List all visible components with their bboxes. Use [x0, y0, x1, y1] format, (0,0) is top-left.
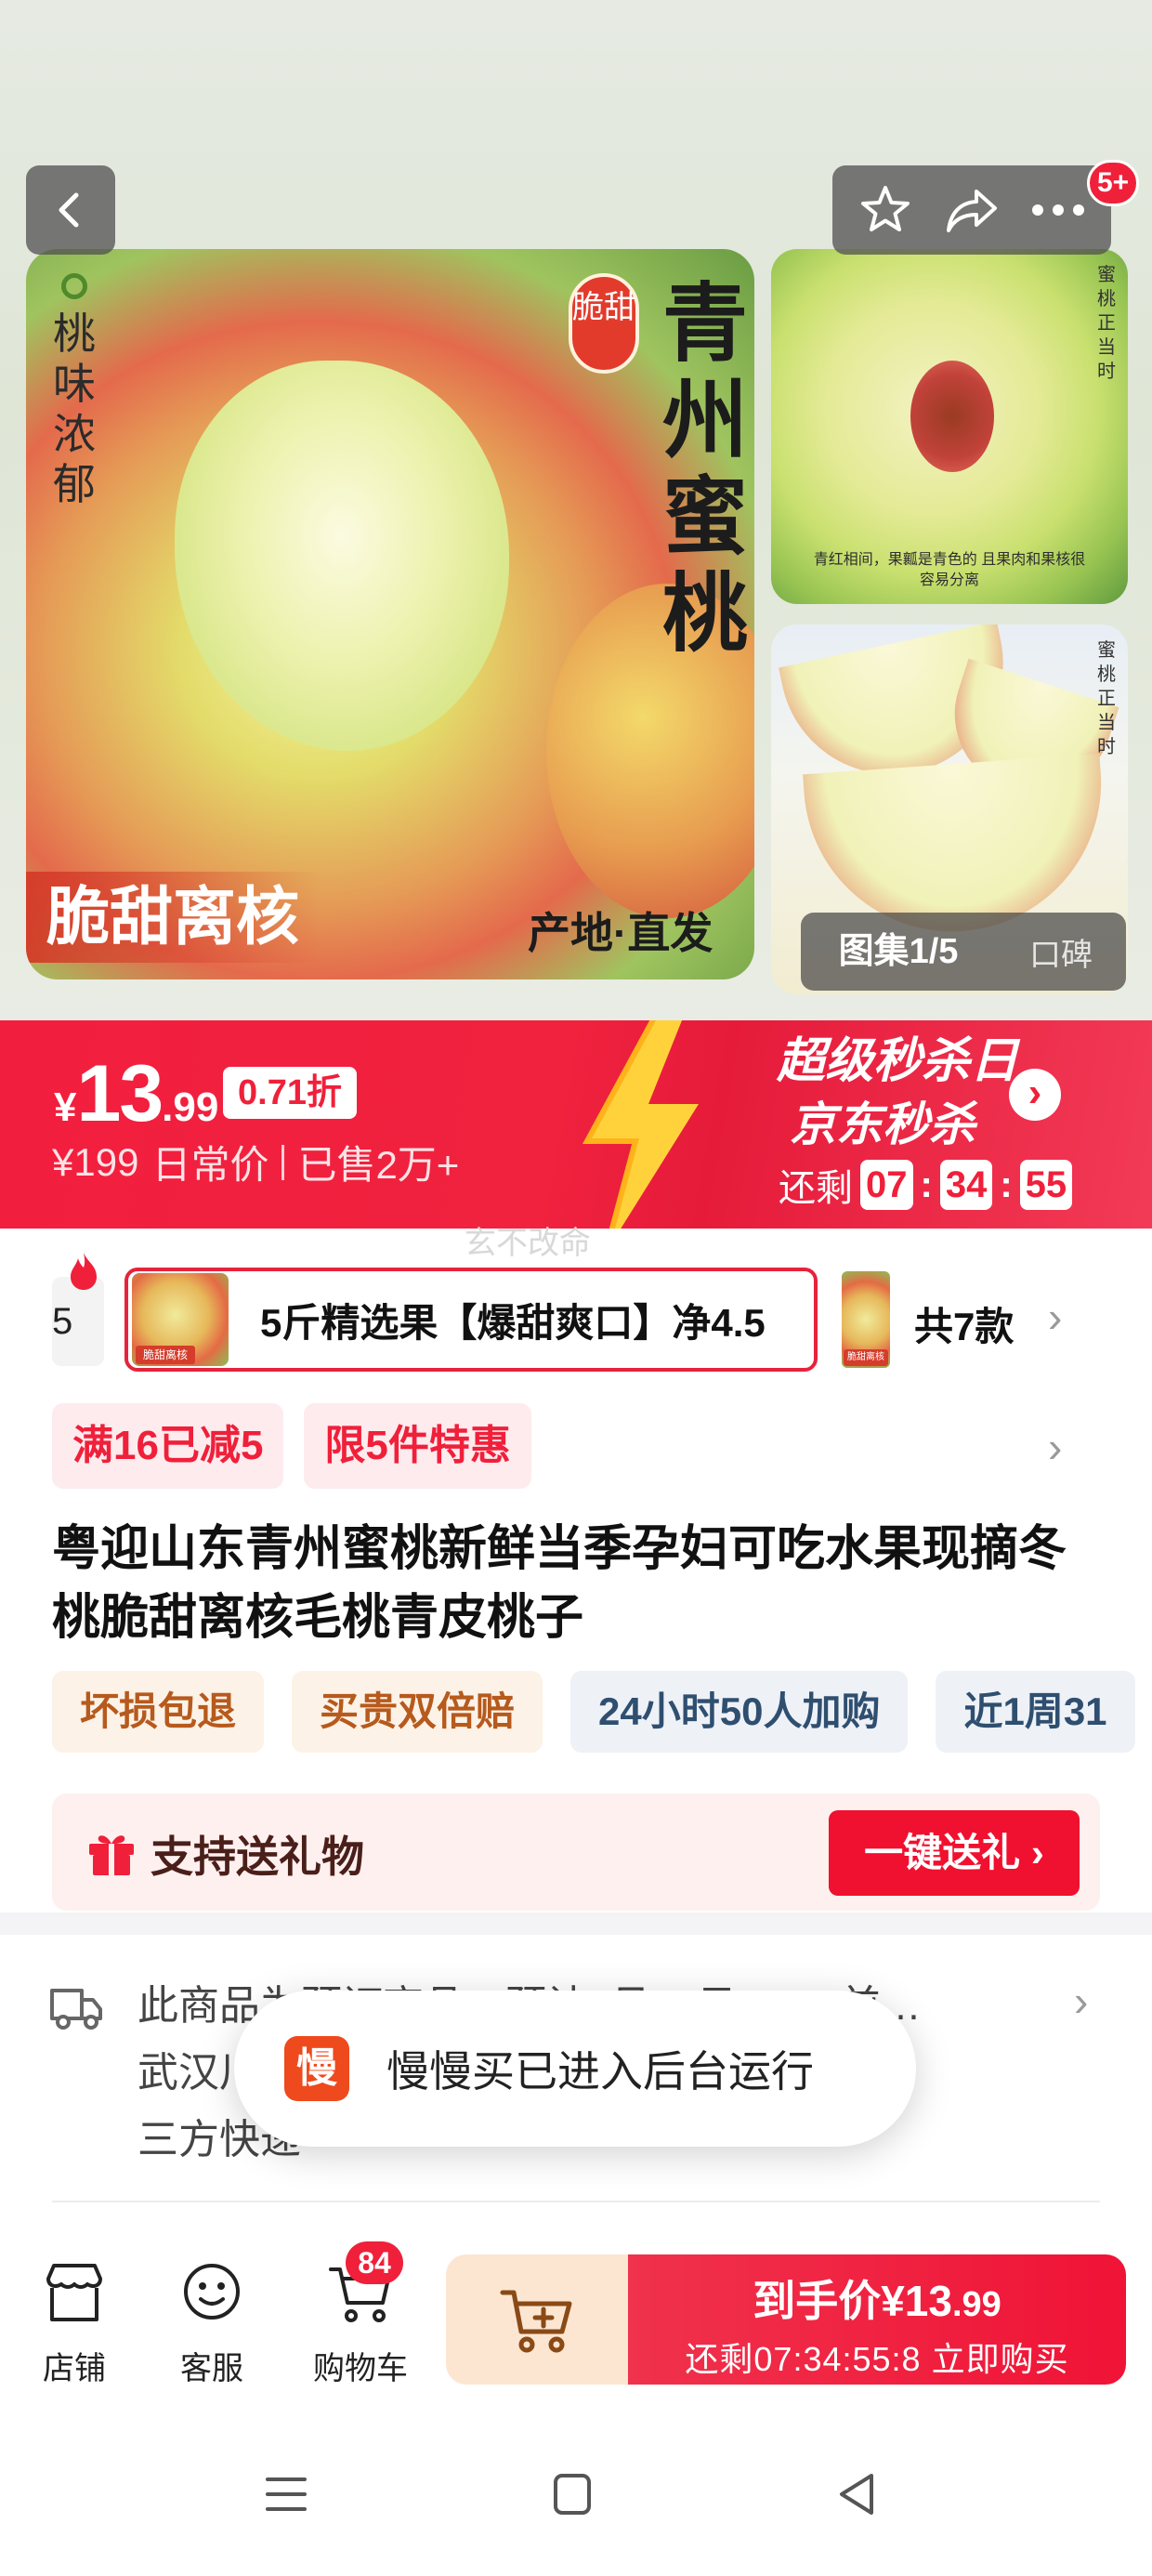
product-title: 粤迎山东青州蜜桃新鲜当季孕妇可吃水果现摘冬桃脆甜离核毛桃青皮桃子 — [52, 1522, 1067, 1645]
price-banner[interactable]: ¥ 13 .99 0.71折 ¥199 日常价 已售2万+ 超级秒杀日 京东秒杀… — [0, 1020, 1152, 1229]
chevron-right-icon[interactable]: › — [1074, 1979, 1088, 2022]
main-product-image[interactable]: 桃味浓郁 脆甜 青州蜜桃 脆甜离核 产地·直发 — [26, 249, 754, 979]
background-toast: 慢 慢慢买已进入后台运行 — [234, 1991, 916, 2147]
cart-label: 购物车 — [313, 2351, 408, 2386]
price-decimal: .99 — [162, 1084, 219, 1130]
app-icon: 慢 — [284, 2036, 349, 2101]
promo-tag[interactable]: 限5件特惠 — [304, 1403, 531, 1489]
thumbnail-caption: 青红相间，果瓤是青色的 且果肉和果核很容易分离 — [813, 552, 1086, 588]
customer-service-button[interactable]: 客服 — [156, 2258, 268, 2388]
countdown-seconds: 55 — [1019, 1160, 1073, 1210]
service-tag[interactable]: 近1周31 — [936, 1671, 1135, 1753]
service-tags[interactable]: 坏损包退 买贵双倍赔 24小时50人加购 近1周31 — [52, 1671, 1152, 1753]
reputation-label[interactable]: 口碑 — [996, 929, 1126, 975]
system-navigation-bar — [0, 2407, 1152, 2576]
gift-label: 支持送礼物 — [151, 1833, 364, 1881]
discount-badge: 0.71折 — [223, 1067, 357, 1119]
product-gallery[interactable]: 桃味浓郁 脆甜 青州蜜桃 脆甜离核 产地·直发 蜜桃正当时 青红相间，果瓤是青色… — [0, 0, 1152, 1022]
section-divider — [0, 1912, 1152, 1935]
shop-icon — [46, 2264, 102, 2321]
add-cart-icon — [500, 2290, 572, 2353]
back-triangle-icon[interactable] — [829, 2466, 884, 2522]
variant-thumbnail: 脆甜离核 — [132, 1273, 229, 1366]
current-price: ¥ 13 .99 — [54, 1048, 218, 1140]
gallery-count: 图集1/5 — [838, 932, 959, 971]
image-slogan-left: 脆甜离核 — [26, 872, 321, 963]
share-button[interactable] — [938, 177, 1005, 243]
lightning-icon — [582, 1020, 699, 1229]
countdown: 还剩 07 : 34 : 55 — [779, 1158, 1073, 1212]
price-subline: ¥199 日常价 已售2万+ — [52, 1134, 459, 1190]
gallery-thumbnail-1[interactable]: 蜜桃正当时 青红相间，果瓤是青色的 且果肉和果核很容易分离 — [771, 249, 1128, 604]
share-icon — [946, 190, 997, 232]
variant-item-selected[interactable]: 脆甜离核 5斤精选果【爆甜爽口】净4.5 — [124, 1268, 818, 1372]
buy-price-int: ¥13 — [881, 2277, 952, 2325]
buy-price-line: 到手价¥13.99 — [628, 2267, 1126, 2329]
add-to-cart-button[interactable] — [446, 2254, 628, 2385]
price-integer: 13 — [76, 1049, 164, 1138]
image-vertical-text: 桃味浓郁 — [46, 273, 102, 509]
image-slogan-right: 产地·直发 — [528, 909, 713, 957]
toast-message: 慢慢买已进入后台运行 — [386, 2047, 814, 2096]
service-tag[interactable]: 坏损包退 — [52, 1671, 265, 1753]
original-price: ¥199 — [52, 1139, 139, 1184]
favorite-button[interactable] — [852, 177, 919, 243]
original-price-label: 日常价 — [151, 1143, 269, 1187]
sold-count: 已售2万+ — [297, 1143, 460, 1187]
flash-sale-title: 超级秒杀日 — [777, 1034, 1019, 1088]
peach-flesh-illustration — [175, 361, 509, 751]
home-square-icon[interactable] — [544, 2466, 600, 2522]
bottom-action-bar: 店铺 客服 购物车 84 到手价¥13.99 还剩07:34:55:8 立即购买 — [0, 2221, 1152, 2407]
variant-label: 5斤精选果【爆甜爽口】净4.5 — [260, 1300, 766, 1345]
more-dots-icon — [1032, 204, 1085, 216]
flash-sale-subtitle: 京东秒杀 — [790, 1098, 975, 1150]
star-icon — [860, 186, 910, 231]
send-gift-button[interactable]: 一键送礼 › — [829, 1810, 1080, 1896]
thumbnail-vertical-text: 蜜桃正当时 — [1097, 263, 1116, 382]
buy-now-button[interactable]: 到手价¥13.99 还剩07:34:55:8 立即购买 — [628, 2254, 1126, 2385]
service-tag[interactable]: 买贵双倍赔 — [292, 1671, 543, 1753]
buy-price-prefix: 到手价 — [753, 2277, 882, 2325]
countdown-minutes: 34 — [939, 1160, 993, 1210]
currency-symbol: ¥ — [54, 1084, 77, 1130]
buy-price-dec: .99 — [951, 2285, 1001, 2324]
message-badge: 5+ — [1087, 160, 1140, 206]
chevron-right-icon[interactable]: › — [1048, 1295, 1062, 1338]
divider — [281, 1144, 285, 1180]
variant-selector: 5 脆甜离核 5斤精选果【爆甜爽口】净4.5 脆甜离核 共7款 › — [0, 1253, 1152, 1385]
image-title: 青州蜜桃 — [661, 273, 748, 664]
customer-service-label: 客服 — [180, 2351, 243, 2386]
variant-total[interactable]: 共7款 — [914, 1295, 1014, 1352]
chevron-left-icon — [59, 192, 79, 228]
gift-section[interactable]: 支持送礼物 一键送礼 › — [52, 1794, 1100, 1911]
promo-tags[interactable]: 满16已减5 限5件特惠 — [52, 1403, 531, 1489]
cart-count-badge: 84 — [346, 2241, 403, 2284]
gallery-counter[interactable]: 图集1/5 口碑 — [801, 913, 1126, 991]
peach-pit-illustration — [910, 361, 994, 472]
flame-icon — [71, 1253, 97, 1290]
buy-countdown-line: 还剩07:34:55:8 立即购买 — [685, 2340, 1069, 2378]
more-button[interactable] — [1025, 177, 1092, 243]
menu-icon[interactable] — [258, 2466, 314, 2522]
countdown-label: 还剩 — [779, 1168, 853, 1209]
service-tag[interactable]: 24小时50人加购 — [570, 1671, 909, 1753]
countdown-hours: 07 — [860, 1160, 913, 1210]
gift-icon — [89, 1835, 134, 1875]
back-button[interactable] — [26, 165, 115, 255]
shop-label: 店铺 — [43, 2351, 106, 2386]
variant-thumb-label: 脆甜离核 — [136, 1346, 195, 1364]
thumbnail-vertical-text: 蜜桃正当时 — [1097, 638, 1116, 757]
chat-face-icon — [184, 2264, 240, 2320]
truck-icon — [50, 1989, 102, 2030]
crisp-tag: 脆甜 — [569, 273, 639, 374]
chevron-right-icon[interactable]: › — [1048, 1426, 1062, 1468]
variant-thumb-label: 脆甜离核 — [844, 1349, 888, 1366]
chevron-right-icon[interactable]: › — [1009, 1069, 1061, 1121]
top-actions — [832, 165, 1111, 255]
shop-button[interactable]: 店铺 — [19, 2258, 130, 2388]
variant-item-next[interactable]: 脆甜离核 — [842, 1271, 890, 1368]
promo-tag[interactable]: 满16已减5 — [52, 1403, 284, 1489]
divider — [52, 2201, 1100, 2202]
